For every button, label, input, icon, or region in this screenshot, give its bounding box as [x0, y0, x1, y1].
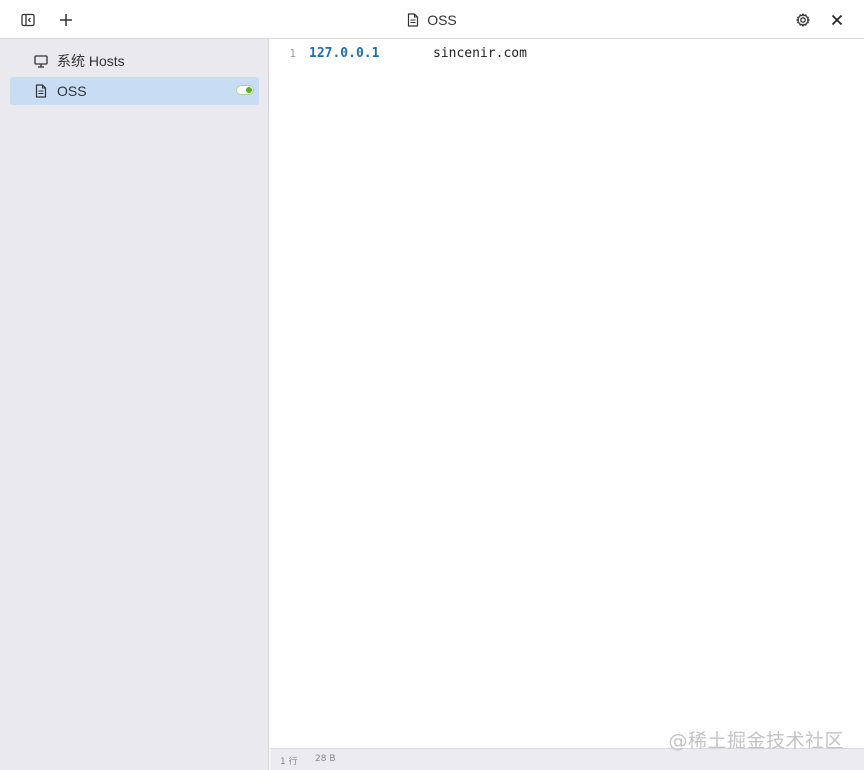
file-size: 28 B: [315, 754, 336, 764]
gear-icon: [796, 13, 810, 27]
sidebar-item-oss[interactable]: OSS: [10, 77, 259, 105]
add-hosts-button[interactable]: [54, 8, 78, 32]
line-count: 1 行: [280, 757, 298, 767]
toggle-knob: [246, 87, 252, 93]
window-title-text: OSS: [427, 11, 457, 28]
ip-address: 127.0.0.1: [309, 46, 380, 61]
hostname: sincenir.com: [433, 46, 527, 61]
settings-button[interactable]: [791, 8, 815, 32]
sidebar-item-label: OSS: [57, 83, 87, 99]
line-number: 1: [289, 47, 296, 60]
document-icon: [407, 12, 419, 27]
hosts-sidebar: 系统 Hosts OSS: [0, 39, 269, 770]
sidebar-collapse-icon: [21, 13, 35, 27]
plus-icon: [59, 13, 73, 27]
sidebar-item-system-hosts[interactable]: 系统 Hosts: [10, 47, 259, 75]
document-icon: [34, 84, 48, 98]
monitor-icon: [34, 54, 48, 68]
close-icon: [831, 14, 843, 26]
enable-toggle[interactable]: [236, 85, 254, 95]
sidebar-toggle-button[interactable]: [16, 8, 40, 32]
app-window: OSS 系统 Hosts OSS 1 127.0.0.1 sincenir.co…: [0, 0, 864, 770]
window-title: OSS: [0, 0, 864, 39]
sidebar-item-label: 系统 Hosts: [57, 53, 125, 69]
watermark: @稀土掘金技术社区: [668, 730, 844, 752]
title-bar: OSS: [0, 0, 864, 39]
editor-line: 1 127.0.0.1 sincenir.com: [270, 45, 864, 63]
close-button[interactable]: [825, 8, 849, 32]
hosts-editor[interactable]: 1 127.0.0.1 sincenir.com: [270, 39, 864, 748]
